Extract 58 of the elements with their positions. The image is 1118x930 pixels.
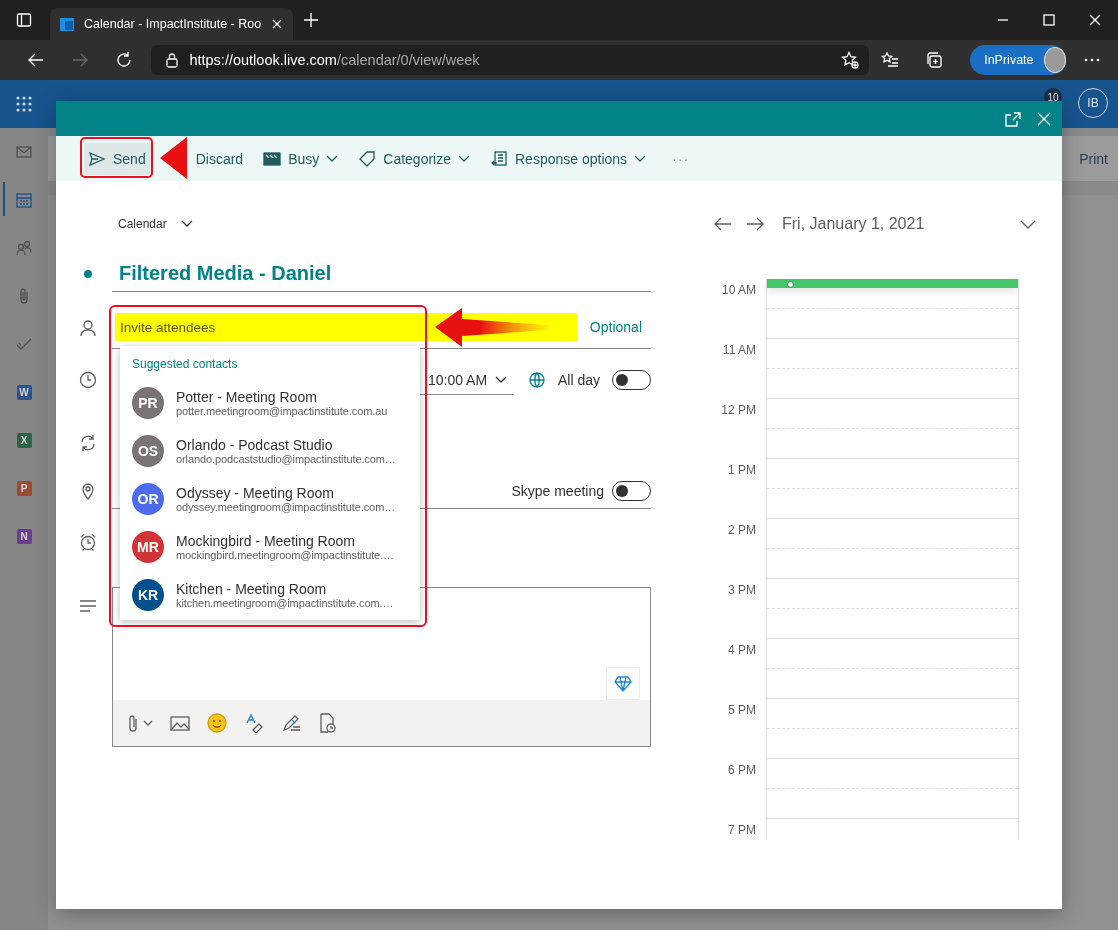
profile-label: InPrivate [984, 53, 1034, 67]
address-bar[interactable]: https://outlook.live.com/calendar/0/view/week [151, 45, 869, 75]
contact-suggestion[interactable]: OS Orlando - Podcast Studio orlando.podcaststudio@impactinstitute.com… [120, 427, 420, 475]
nav-rail-item[interactable]: X [0, 416, 48, 464]
app-tile-icon: X [16, 432, 32, 448]
toolbar-button[interactable]: Send [84, 142, 152, 175]
skype-meeting-label: Skype meeting [511, 482, 604, 499]
toolbar-button[interactable]: Categorize [350, 142, 478, 175]
contact-avatar: PR [132, 387, 164, 419]
toolbar-button[interactable]: Discard [161, 142, 252, 175]
contact-name: Odyssey - Meeting Room [176, 485, 335, 501]
profile-button[interactable]: InPrivate [970, 45, 1067, 75]
hour-label: 1 PM [727, 462, 757, 479]
toolbar-button[interactable]: Busy [255, 142, 347, 175]
hour-label: 2 PM [727, 522, 757, 539]
contact-email: odyssey.meetingroom@impactinstitute.com… [176, 501, 396, 513]
print-button[interactable]: Print [1079, 150, 1108, 167]
hour-label: 6 PM [727, 762, 757, 779]
all-day-label: All day [557, 372, 600, 388]
calendar-picker-label: Calendar [118, 217, 167, 231]
hour-label: 4 PM [727, 642, 757, 659]
contact-email: orlando.podcaststudio@impactinstitute.com… [176, 453, 396, 465]
contact-name: Orlando - Podcast Studio [176, 437, 334, 453]
nav-rail-item[interactable]: N [0, 512, 48, 560]
contact-name: Kitchen - Meeting Room [176, 581, 328, 597]
tab-title: Calendar - ImpactInstitute - Roo [84, 17, 262, 31]
suggestions-heading: Suggested contacts [131, 356, 239, 373]
nav-rail-item[interactable]: P [0, 464, 48, 512]
contact-name: Potter - Meeting Room [176, 389, 318, 405]
contact-email: potter.meetingroom@impactinstitute.com.au [176, 405, 388, 417]
toolbar-button[interactable]: Response options [482, 142, 655, 175]
date-label[interactable]: Fri, January 1, 2021 [782, 215, 1006, 233]
nav-rail-item[interactable]: W [0, 368, 48, 416]
contact-avatar: OS [132, 435, 164, 467]
hour-label: 11 AM [721, 342, 757, 359]
app-tile-icon: N [16, 528, 32, 544]
contact-suggestion[interactable]: MR Mockingbird - Meeting Room mockingbird.meetingroom@impactinstitute.… [120, 523, 420, 571]
hour-label: 5 PM [727, 702, 757, 719]
app-tile-icon: W [16, 384, 32, 400]
hour-label: 10 AM [720, 282, 757, 299]
contact-avatar: MR [132, 531, 164, 563]
contact-avatar: KR [132, 579, 164, 611]
time-value: 10:00 AM [427, 371, 488, 388]
contact-avatar: OR [132, 483, 164, 515]
event-title: Filtered Media - Daniel [119, 261, 332, 285]
contact-email: mockingbird.meetingroom@impactinstitute.… [176, 549, 394, 561]
contact-name: Mockingbird - Meeting Room [176, 533, 356, 549]
url-text: https://outlook.live.com/calendar/0/view/week [189, 52, 481, 68]
contact-email: kitchen.meetingroom@impactinstitute.com.… [176, 597, 394, 609]
app-tile-icon: P [16, 480, 32, 496]
calendar-picker[interactable]: Calendar [56, 211, 651, 237]
contact-suggestion[interactable]: OR Odyssey - Meeting Room odyssey.meetingroom@impactinstitute.com… [120, 475, 420, 523]
browser-tab[interactable]: Calendar - ImpactInstitute - Roo [50, 8, 294, 40]
hour-label: 3 PM [727, 582, 757, 599]
contact-suggestion[interactable]: KR Kitchen - Meeting Room kitchen.meetingroom@impactinstitute.com.… [120, 571, 420, 619]
optional-link[interactable]: Optional [589, 319, 642, 335]
hour-label: 7 PM [727, 822, 757, 839]
hour-label: 12 PM [720, 402, 757, 419]
